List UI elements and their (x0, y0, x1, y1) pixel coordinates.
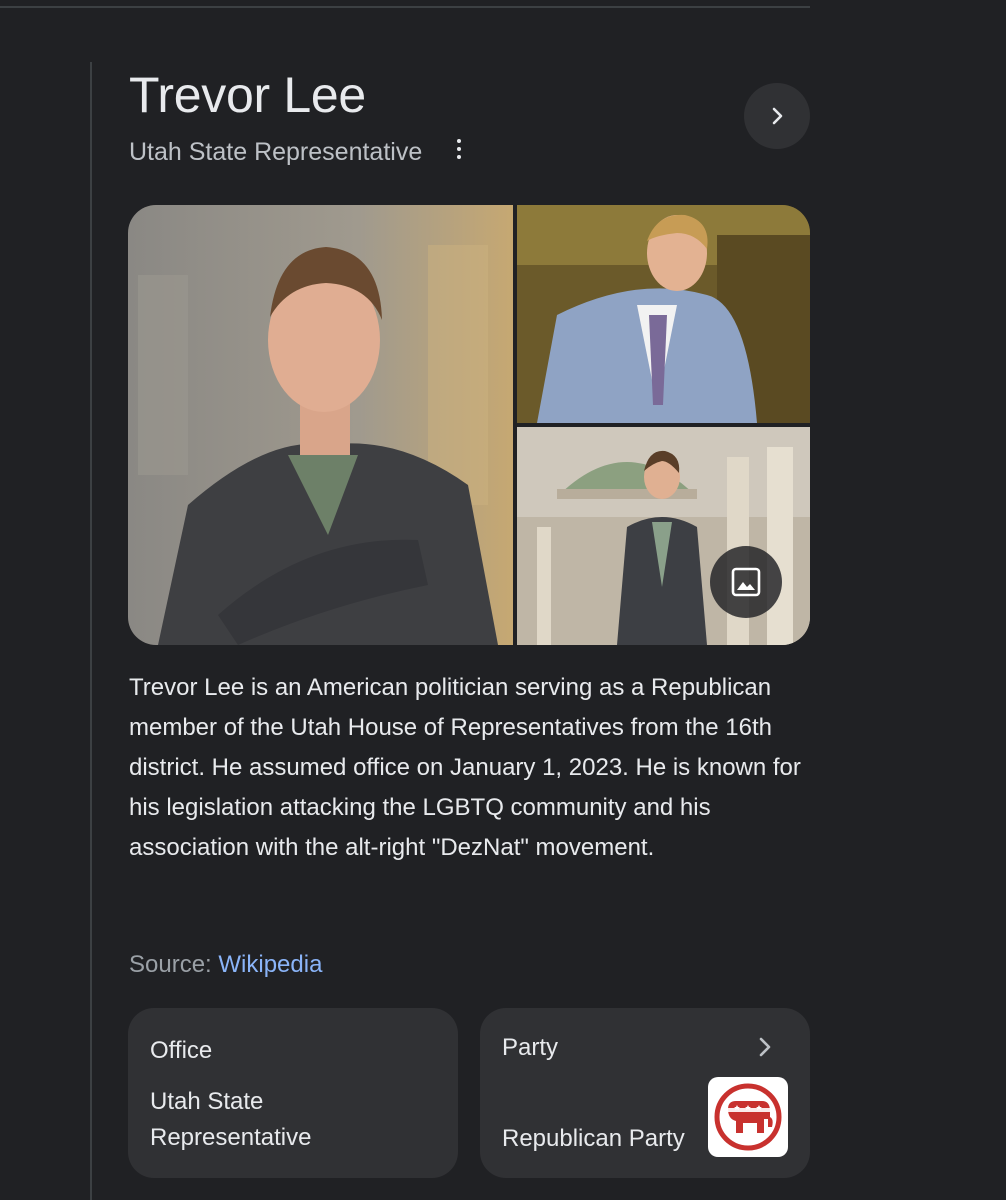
chevron-right-icon (759, 1037, 771, 1057)
left-divider (90, 62, 92, 1200)
source-label: Source: (129, 951, 219, 978)
page-subtitle: Utah State Representative (129, 138, 423, 166)
party-card[interactable]: Party Republican Party (480, 1008, 810, 1178)
next-button[interactable] (744, 83, 810, 149)
source-link[interactable]: Wikipedia (218, 951, 322, 978)
office-value-line1: Utah State (150, 1088, 264, 1115)
portrait-photo[interactable] (128, 205, 513, 645)
office-card: Office Utah State Representative (128, 1008, 458, 1178)
chevron-right-icon (772, 107, 783, 125)
party-value: Republican Party (502, 1125, 685, 1152)
chamber-photo[interactable] (517, 205, 810, 423)
capitol-rotunda-photo[interactable] (517, 427, 810, 645)
more-options-button[interactable] (446, 136, 472, 162)
office-label: Office (150, 1037, 213, 1064)
image-icon (731, 567, 761, 597)
source-line: Source: Wikipedia (129, 948, 322, 982)
more-vert-icon (457, 139, 461, 143)
top-divider (0, 6, 810, 8)
image-gallery (128, 205, 810, 645)
description-text: Trevor Lee is an American politician ser… (129, 674, 801, 861)
gop-elephant-icon (714, 1083, 782, 1151)
office-value-line2: Representative (150, 1124, 312, 1151)
republican-party-logo (708, 1077, 788, 1157)
page-title: Trevor Lee (129, 67, 366, 123)
party-label: Party (502, 1034, 559, 1061)
view-images-button[interactable] (710, 546, 782, 618)
